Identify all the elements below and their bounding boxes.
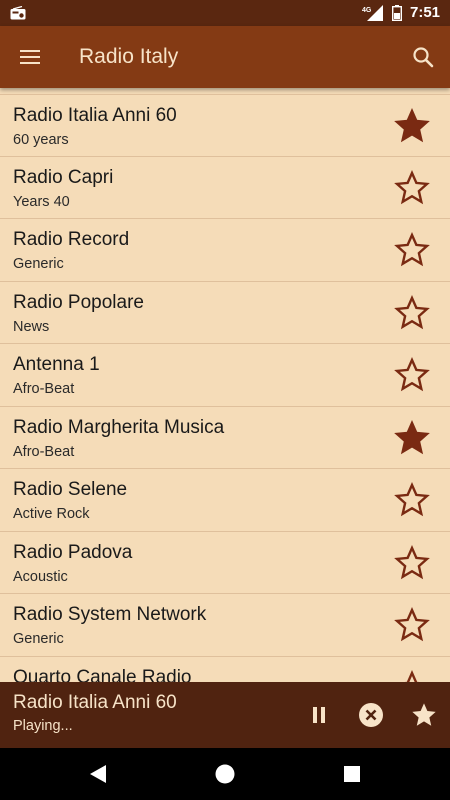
clock: 7:51 bbox=[410, 4, 441, 21]
star-outline-icon[interactable] bbox=[394, 232, 430, 268]
station-row[interactable]: Quarto Canale Radio bbox=[0, 657, 450, 683]
pause-icon[interactable] bbox=[306, 702, 332, 728]
station-name: Quarto Canale Radio bbox=[13, 666, 192, 683]
star-outline-icon[interactable] bbox=[394, 294, 430, 331]
radio-icon bbox=[10, 6, 26, 20]
player-status: Playing... bbox=[13, 718, 73, 734]
station-row[interactable]: Radio System Network Generic bbox=[0, 594, 450, 657]
station-genre: Afro-Beat bbox=[13, 443, 75, 460]
station-genre: 60 years bbox=[13, 132, 69, 148]
station-name: Radio System Network bbox=[13, 604, 207, 625]
signal-icon: 4G bbox=[362, 5, 383, 21]
star-outline-icon[interactable] bbox=[394, 482, 430, 518]
mini-player[interactable]: Radio Italia Anni 60 Playing... bbox=[0, 682, 450, 748]
page-title: Radio Italy bbox=[79, 45, 179, 68]
station-genre: Afro-Beat bbox=[13, 381, 75, 397]
station-row[interactable]: Radio Italia Anni 60 60 years bbox=[0, 94, 450, 157]
station-name: Radio Margherita Musica bbox=[13, 416, 225, 438]
station-row[interactable]: Radio Margherita Musica Afro-Beat bbox=[0, 407, 450, 469]
close-icon[interactable] bbox=[358, 702, 384, 728]
station-list: Radio Italia Anni 60 60 years Radio Capri Y… bbox=[0, 94, 450, 682]
status-bar: 4G 7:51 bbox=[0, 0, 450, 26]
star-outline-icon[interactable] bbox=[394, 169, 430, 206]
station-name: Radio Italia Anni 60 bbox=[13, 105, 177, 126]
station-name: Antenna 1 bbox=[13, 354, 100, 375]
favorite-star-icon[interactable] bbox=[410, 701, 438, 729]
station-genre: Generic bbox=[13, 631, 64, 647]
station-row[interactable]: Radio Selene Active Rock bbox=[0, 469, 450, 532]
station-row[interactable]: Antenna 1 Afro-Beat bbox=[0, 344, 450, 407]
battery-icon bbox=[392, 5, 402, 21]
star-filled-icon[interactable] bbox=[394, 108, 430, 144]
station-name: Radio Record bbox=[13, 229, 130, 250]
station-row[interactable]: Radio Popolare News bbox=[0, 282, 450, 344]
station-row[interactable]: Radio Padova Acoustic bbox=[0, 532, 450, 594]
station-name: Radio Capri bbox=[13, 166, 114, 188]
star-outline-icon[interactable] bbox=[394, 607, 430, 643]
star-outline-icon[interactable] bbox=[394, 544, 430, 581]
menu-button[interactable] bbox=[14, 42, 48, 72]
star-outline-icon[interactable] bbox=[394, 357, 430, 393]
station-genre: Acoustic bbox=[13, 568, 68, 585]
station-row[interactable]: Radio Capri Years 40 bbox=[0, 157, 450, 219]
home-icon[interactable] bbox=[213, 762, 237, 786]
station-genre: News bbox=[13, 318, 50, 335]
station-name: Radio Selene bbox=[13, 479, 128, 500]
back-icon[interactable] bbox=[86, 762, 110, 786]
svg-text:4G: 4G bbox=[362, 7, 372, 14]
search-icon[interactable] bbox=[406, 40, 440, 74]
station-genre: Years 40 bbox=[13, 193, 70, 210]
app-bar: Radio Italy bbox=[0, 26, 450, 88]
menu-icon bbox=[20, 50, 40, 52]
recents-icon[interactable] bbox=[340, 762, 364, 786]
station-name: Radio Popolare bbox=[13, 291, 144, 313]
player-title: Radio Italia Anni 60 bbox=[13, 692, 177, 713]
station-genre: Generic bbox=[13, 256, 64, 272]
station-genre: Active Rock bbox=[13, 506, 90, 522]
star-filled-icon[interactable] bbox=[394, 419, 430, 456]
station-name: Radio Padova bbox=[13, 541, 133, 563]
station-row[interactable]: Radio Record Generic bbox=[0, 219, 450, 282]
star-outline-icon[interactable] bbox=[394, 669, 430, 683]
system-nav-bar bbox=[0, 748, 450, 800]
